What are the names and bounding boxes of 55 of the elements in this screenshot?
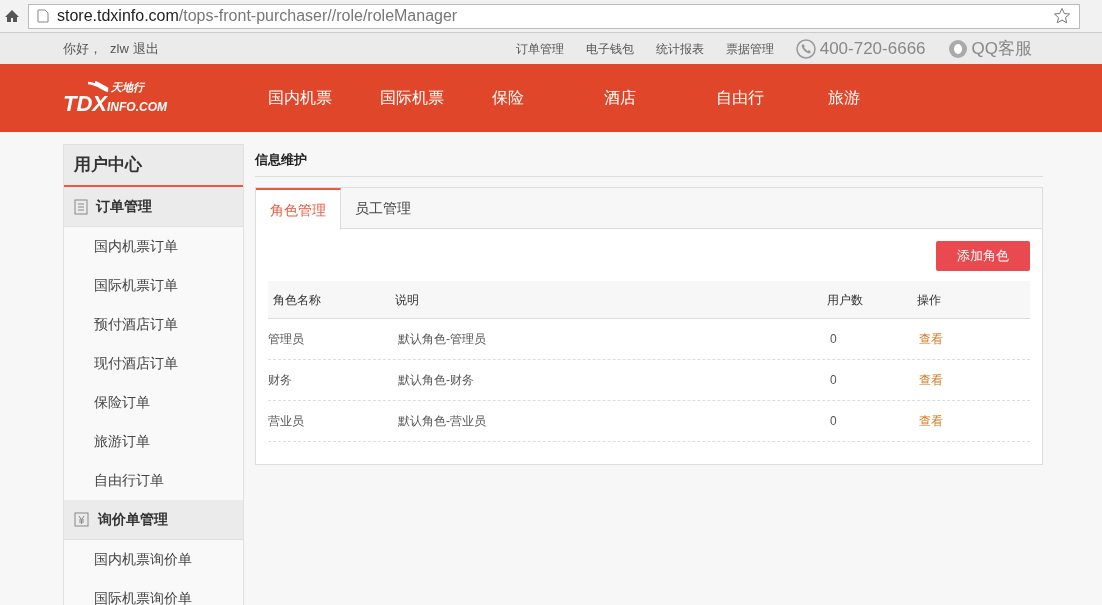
star-icon[interactable] bbox=[1053, 7, 1071, 25]
table-cell-text: 营业员 bbox=[268, 413, 305, 430]
view-link[interactable]: 查看 bbox=[919, 371, 943, 389]
view-link[interactable]: 查看 bbox=[919, 330, 943, 348]
sidebar-item[interactable]: 保险订单 bbox=[64, 383, 243, 422]
nav-link[interactable]: 保险 bbox=[492, 86, 604, 110]
table-cell-text: 管理员 bbox=[268, 331, 305, 348]
table-cell-text: 默认角色-财务 bbox=[398, 372, 475, 389]
username: zlw bbox=[110, 39, 129, 58]
column-header: 操作 bbox=[917, 291, 941, 309]
tab[interactable]: 角色管理 bbox=[256, 188, 341, 230]
sidebar-item[interactable]: 预付酒店订单 bbox=[64, 305, 243, 344]
logo-chinese-text: 天地行 bbox=[111, 82, 144, 93]
top-link[interactable]: 票据管理 bbox=[725, 39, 774, 58]
view-link[interactable]: 查看 bbox=[919, 412, 943, 430]
tab[interactable]: 员工管理 bbox=[341, 188, 425, 229]
nav-link[interactable]: 酒店 bbox=[604, 86, 716, 110]
home-icon[interactable] bbox=[4, 8, 20, 24]
nav-link[interactable]: 自由行 bbox=[716, 86, 828, 110]
sidebar-item[interactable]: 国际机票订单 bbox=[64, 266, 243, 305]
sidebar-item[interactable]: 国内机票订单 bbox=[64, 227, 243, 266]
greeting-text: 你好， bbox=[63, 39, 102, 58]
top-link[interactable]: 订单管理 bbox=[515, 39, 564, 58]
column-header: 用户数 bbox=[827, 291, 864, 309]
page-icon bbox=[37, 9, 49, 23]
top-link[interactable]: 统计报表 bbox=[655, 39, 704, 58]
sidebar-item[interactable]: 国际机票询价单 bbox=[64, 579, 243, 605]
nav-link[interactable]: 旅游 bbox=[828, 86, 940, 110]
table-cell-text: 财务 bbox=[268, 372, 293, 389]
logout-link[interactable]: 退出 bbox=[132, 38, 159, 59]
table-cell-text: 0 bbox=[830, 331, 838, 348]
sidebar-item[interactable]: 旅游订单 bbox=[64, 422, 243, 461]
logo[interactable]: 天地行 TDXINFO.COM bbox=[63, 81, 223, 115]
table-cell-text: 默认角色-管理员 bbox=[398, 331, 487, 348]
page-title: 信息维护 bbox=[255, 144, 1043, 177]
column-header: 说明 bbox=[395, 291, 420, 309]
sidebar-item[interactable]: 国内机票询价单 bbox=[64, 540, 243, 579]
list-icon bbox=[74, 198, 88, 215]
table-cell-text: 默认角色-营业员 bbox=[398, 413, 487, 430]
nav-link[interactable]: 国内机票 bbox=[268, 86, 380, 110]
sidebar-item[interactable]: 现付酒店订单 bbox=[64, 344, 243, 383]
sidebar-group-header[interactable]: 询价单管理 bbox=[64, 500, 243, 540]
sidebar-item[interactable]: 自由行订单 bbox=[64, 461, 243, 500]
table-cell-text: 0 bbox=[830, 413, 838, 430]
phone-icon bbox=[795, 38, 816, 59]
add-role-button[interactable]: 添加角色 bbox=[936, 241, 1030, 271]
table-cell-text: 0 bbox=[830, 372, 838, 389]
address-field[interactable]: store.tdxinfo.com/tops-front-purchaser//role/roleManager bbox=[28, 3, 1080, 29]
sidebar-group-header[interactable]: 订单管理 bbox=[64, 187, 243, 227]
nav-link[interactable]: 国际机票 bbox=[380, 86, 492, 110]
phone-number: 400-720-6666 bbox=[819, 37, 926, 60]
sidebar-title: 用户中心 bbox=[64, 145, 243, 187]
top-link[interactable]: 电子钱包 bbox=[585, 39, 634, 58]
column-header: 角色名称 bbox=[272, 291, 322, 309]
logo-text: TDXINFO.COM bbox=[63, 93, 168, 115]
